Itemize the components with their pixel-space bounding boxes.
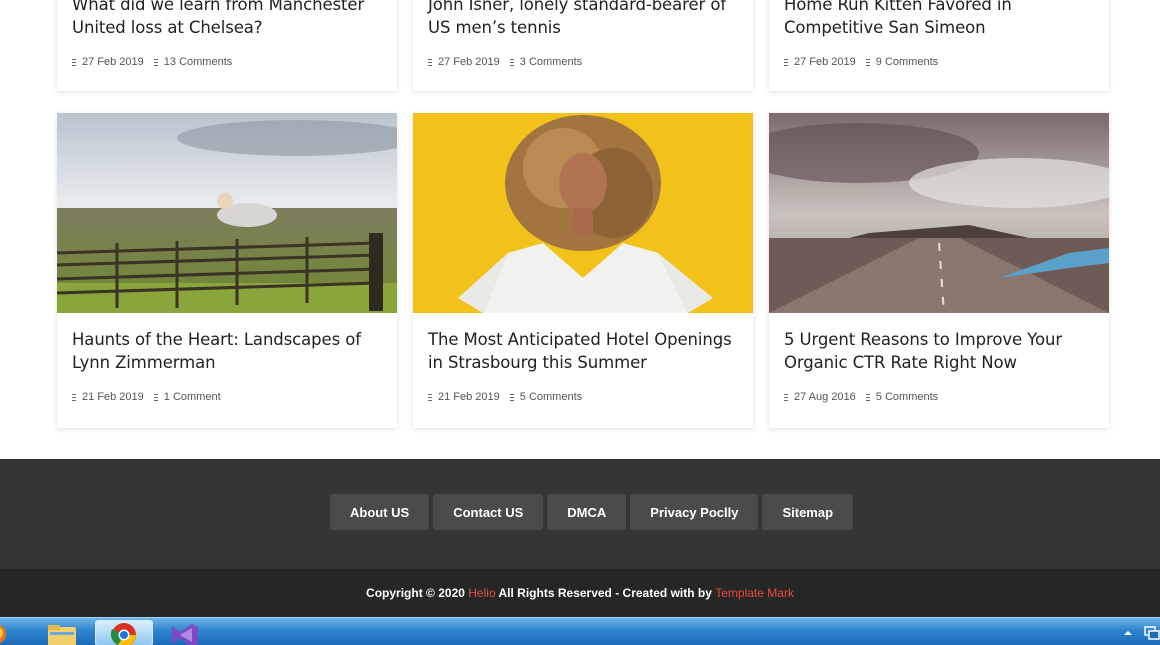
post-date: 27 Feb 2019 bbox=[438, 56, 500, 68]
post-thumbnail-road-sky[interactable] bbox=[769, 113, 1109, 313]
post-comments[interactable]: 5 Comments bbox=[520, 391, 582, 403]
calendar-icon bbox=[784, 393, 788, 401]
post-title[interactable]: What did we learn from Manchester United… bbox=[72, 0, 382, 39]
footer-link-privacy[interactable]: Privacy Poclly bbox=[630, 494, 759, 530]
post-date: 21 Feb 2019 bbox=[438, 391, 500, 403]
footer-link-sitemap[interactable]: Sitemap bbox=[762, 494, 854, 530]
copyright-rights: All Rights Reserved - Created with by bbox=[498, 586, 712, 600]
post-meta: 21 Feb 2019 1 Comment bbox=[72, 391, 382, 403]
post-date: 27 Feb 2019 bbox=[794, 56, 856, 68]
post-comments[interactable]: 3 Comments bbox=[520, 56, 582, 68]
os-taskbar bbox=[0, 617, 1160, 645]
comment-icon bbox=[509, 58, 514, 66]
post-title-line[interactable]: What did we learn from Manchester bbox=[72, 0, 382, 16]
post-thumbnail-woman-portrait[interactable] bbox=[413, 113, 753, 313]
post-title-line[interactable]: Organic CTR Rate Right Now bbox=[784, 351, 1094, 374]
post-card[interactable]: Haunts of the Heart: Landscapes of Lynn … bbox=[57, 113, 397, 428]
post-date: 21 Feb 2019 bbox=[82, 391, 144, 403]
copyright-bar: Copyright © 2020 Helio All Rights Reserv… bbox=[0, 569, 1160, 617]
post-title[interactable]: The Most Anticipated Hotel Openings in S… bbox=[428, 328, 738, 374]
comment-icon bbox=[153, 58, 158, 66]
post-card[interactable]: What did we learn from Manchester United… bbox=[57, 0, 397, 91]
footer-link-dmca[interactable]: DMCA bbox=[547, 494, 627, 530]
post-title[interactable]: John Isner, lonely standard-bearer of US… bbox=[428, 0, 738, 39]
post-date: 27 Aug 2016 bbox=[794, 391, 856, 403]
post-title-line[interactable]: Home Run Kitten Favored in bbox=[784, 0, 1094, 16]
comment-icon bbox=[153, 393, 158, 401]
post-meta: 27 Feb 2019 9 Comments bbox=[784, 56, 1094, 68]
comment-icon bbox=[509, 393, 514, 401]
calendar-icon bbox=[428, 58, 432, 66]
post-meta: 21 Feb 2019 5 Comments bbox=[428, 391, 738, 403]
post-title-line[interactable]: in Strasbourg this Summer bbox=[428, 351, 738, 374]
post-card[interactable]: The Most Anticipated Hotel Openings in S… bbox=[413, 113, 753, 428]
post-title-line[interactable]: The Most Anticipated Hotel Openings bbox=[428, 328, 738, 351]
copyright-text: Copyright © 2020 bbox=[366, 586, 465, 600]
post-comments[interactable]: 5 Comments bbox=[876, 391, 938, 403]
post-title-line[interactable]: John Isner, lonely standard-bearer of bbox=[428, 0, 738, 16]
chrome-icon[interactable] bbox=[95, 620, 153, 645]
calendar-icon bbox=[784, 58, 788, 66]
post-comments[interactable]: 9 Comments bbox=[876, 56, 938, 68]
footer-link-contact[interactable]: Contact US bbox=[433, 494, 544, 530]
post-meta: 27 Aug 2016 5 Comments bbox=[784, 391, 1094, 403]
post-card[interactable]: 5 Urgent Reasons to Improve Your Organic… bbox=[769, 113, 1109, 428]
post-title-line[interactable]: 5 Urgent Reasons to Improve Your bbox=[784, 328, 1094, 351]
calendar-icon bbox=[428, 393, 432, 401]
visual-studio-icon[interactable] bbox=[162, 620, 206, 645]
comment-icon bbox=[865, 58, 870, 66]
post-title-line[interactable]: United loss at Chelsea? bbox=[72, 16, 382, 39]
calendar-icon bbox=[72, 58, 76, 66]
calendar-icon bbox=[72, 393, 76, 401]
post-title[interactable]: Haunts of the Heart: Landscapes of Lynn … bbox=[72, 328, 382, 374]
post-title-line[interactable]: Haunts of the Heart: Landscapes of bbox=[72, 328, 382, 351]
post-meta: 27 Feb 2019 13 Comments bbox=[72, 56, 382, 68]
post-card[interactable]: Home Run Kitten Favored in Competitive S… bbox=[769, 0, 1109, 91]
footer-link-about[interactable]: About US bbox=[330, 494, 430, 530]
post-comments[interactable]: 1 Comment bbox=[164, 391, 221, 403]
post-title-line[interactable]: Lynn Zimmerman bbox=[72, 351, 382, 374]
comment-icon bbox=[865, 393, 870, 401]
post-date: 27 Feb 2019 bbox=[82, 56, 144, 68]
post-comments[interactable]: 13 Comments bbox=[164, 56, 232, 68]
post-title[interactable]: Home Run Kitten Favored in Competitive S… bbox=[784, 0, 1094, 39]
show-hidden-icons-icon[interactable] bbox=[1122, 626, 1134, 645]
network-icon[interactable] bbox=[1143, 624, 1160, 645]
post-thumbnail-field-jump[interactable] bbox=[57, 113, 397, 313]
template-link[interactable]: Template Mark bbox=[715, 586, 794, 600]
firefox-icon[interactable] bbox=[0, 620, 16, 645]
post-card[interactable]: John Isner, lonely standard-bearer of US… bbox=[413, 0, 753, 91]
brand-link[interactable]: Helio bbox=[468, 586, 495, 600]
post-meta: 27 Feb 2019 3 Comments bbox=[428, 56, 738, 68]
footer-links-bar: About US Contact US DMCA Privacy Poclly … bbox=[0, 459, 1160, 569]
post-title-line[interactable]: Competitive San Simeon bbox=[784, 16, 1094, 39]
file-explorer-icon[interactable] bbox=[40, 620, 84, 645]
footer-nav: About US Contact US DMCA Privacy Poclly … bbox=[330, 494, 857, 530]
post-title-line[interactable]: US men’s tennis bbox=[428, 16, 738, 39]
post-title[interactable]: 5 Urgent Reasons to Improve Your Organic… bbox=[784, 328, 1094, 374]
